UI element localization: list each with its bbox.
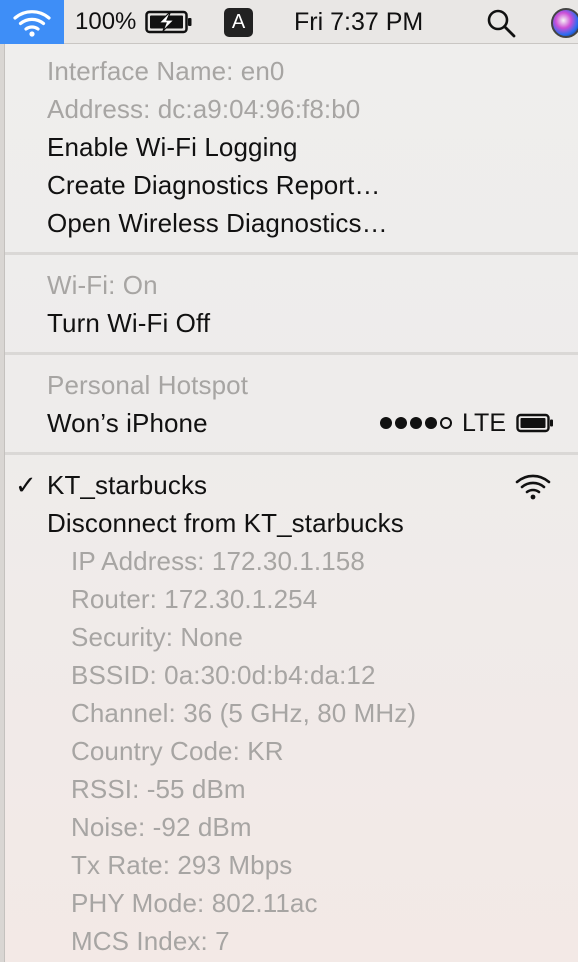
- menu-separator: [5, 452, 578, 455]
- personal-hotspot-header: Personal Hotspot: [47, 370, 249, 400]
- signal-dot-empty: [440, 417, 452, 429]
- signal-dot-filled: [380, 417, 392, 429]
- network-type-label: LTE: [462, 408, 506, 437]
- network-item-kt-starbucks[interactable]: KT_starbucks: [47, 470, 207, 501]
- wifi-icon: [13, 10, 51, 37]
- turn-wifi-off-item[interactable]: Turn Wi-Fi Off: [47, 308, 210, 339]
- wifi-menu-button[interactable]: [0, 0, 64, 44]
- signal-dot-filled: [410, 417, 422, 429]
- hotspot-status: LTE: [380, 408, 554, 438]
- cellular-signal-icon: [380, 417, 452, 429]
- menu-separator: [5, 252, 578, 255]
- checkmark-icon: ✓: [15, 470, 37, 500]
- noise-label: Noise: -92 dBm: [71, 812, 252, 842]
- disconnect-network-item[interactable]: Disconnect from KT_starbucks: [47, 508, 404, 539]
- search-icon[interactable]: [486, 8, 518, 38]
- siri-icon[interactable]: [551, 8, 578, 38]
- mcs-index-label: MCS Index: 7: [71, 926, 230, 956]
- create-diagnostics-report-item[interactable]: Create Diagnostics Report…: [47, 170, 381, 201]
- enable-wifi-logging-item[interactable]: Enable Wi-Fi Logging: [47, 132, 298, 163]
- wifi-signal-icon: [515, 474, 551, 500]
- bssid-label: BSSID: 0a:30:0d:b4:da:12: [71, 660, 376, 690]
- wifi-dropdown-menu: Interface Name: en0 Address: dc:a9:04:96…: [4, 44, 578, 962]
- menu-bar: 100% A Fri 7:37 PM: [0, 0, 578, 44]
- ip-address-label: IP Address: 172.30.1.158: [71, 546, 365, 576]
- menubar-clock[interactable]: Fri 7:37 PM: [294, 8, 423, 37]
- rssi-label: RSSI: -55 dBm: [71, 774, 246, 804]
- hotspot-device-item[interactable]: Won’s iPhone: [47, 408, 208, 439]
- security-label: Security: None: [71, 622, 243, 652]
- phy-mode-label: PHY Mode: 802.11ac: [71, 888, 318, 918]
- input-source-icon[interactable]: A: [224, 8, 253, 37]
- open-wireless-diagnostics-item[interactable]: Open Wireless Diagnostics…: [47, 208, 388, 239]
- tx-rate-label: Tx Rate: 293 Mbps: [71, 850, 293, 880]
- battery-icon: [516, 413, 553, 433]
- battery-charging-icon[interactable]: [145, 10, 193, 34]
- router-label: Router: 172.30.1.254: [71, 584, 318, 614]
- battery-percentage: 100%: [75, 8, 137, 35]
- interface-name-label: Interface Name: en0: [47, 56, 285, 86]
- wifi-status-label: Wi-Fi: On: [47, 270, 158, 300]
- country-code-label: Country Code: KR: [71, 736, 284, 766]
- menu-separator: [5, 352, 578, 355]
- mac-address-label: Address: dc:a9:04:96:f8:b0: [47, 94, 361, 124]
- signal-dot-filled: [425, 417, 437, 429]
- channel-label: Channel: 36 (5 GHz, 80 MHz): [71, 698, 417, 728]
- signal-dot-filled: [395, 417, 407, 429]
